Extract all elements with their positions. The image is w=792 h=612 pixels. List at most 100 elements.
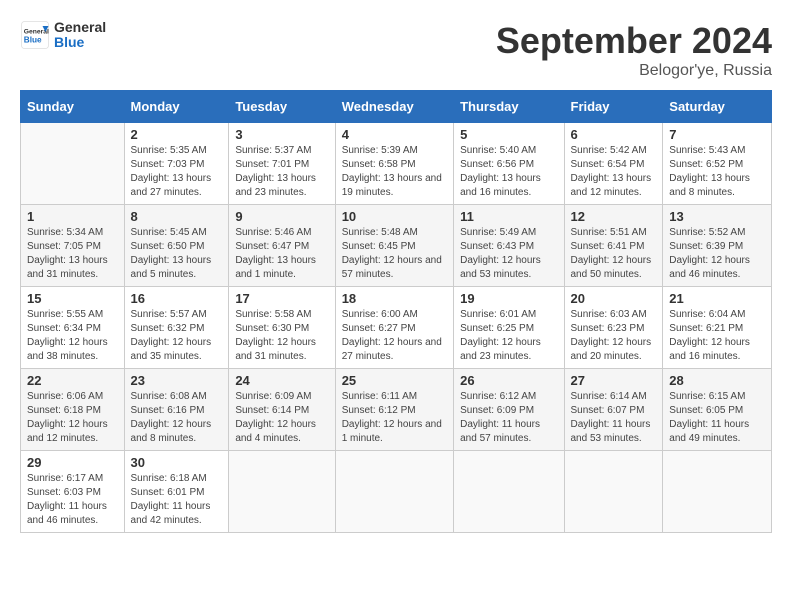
day-info: Sunrise: 6:17 AMSunset: 6:03 PMDaylight:… — [27, 473, 107, 526]
day-number: 2 — [131, 127, 223, 142]
calendar-cell: 20 Sunrise: 6:03 AMSunset: 6:23 PMDaylig… — [564, 287, 663, 369]
calendar-cell: 3 Sunrise: 5:37 AMSunset: 7:01 PMDayligh… — [229, 123, 335, 205]
calendar-cell: 17 Sunrise: 5:58 AMSunset: 6:30 PMDaylig… — [229, 287, 335, 369]
weekday-header: Wednesday — [335, 91, 453, 123]
day-number: 16 — [131, 291, 223, 306]
day-number: 28 — [669, 373, 765, 388]
day-number: 17 — [235, 291, 328, 306]
calendar-table: SundayMondayTuesdayWednesdayThursdayFrid… — [20, 90, 772, 533]
day-number: 22 — [27, 373, 118, 388]
day-number: 26 — [460, 373, 557, 388]
day-info: Sunrise: 5:42 AMSunset: 6:54 PMDaylight:… — [571, 145, 652, 198]
day-info: Sunrise: 6:03 AMSunset: 6:23 PMDaylight:… — [571, 309, 652, 362]
day-number: 25 — [342, 373, 447, 388]
calendar-week-row: 2 Sunrise: 5:35 AMSunset: 7:03 PMDayligh… — [21, 123, 772, 205]
calendar-cell — [564, 451, 663, 533]
day-info: Sunrise: 5:39 AMSunset: 6:58 PMDaylight:… — [342, 145, 442, 198]
calendar-week-row: 22 Sunrise: 6:06 AMSunset: 6:18 PMDaylig… — [21, 369, 772, 451]
day-number: 8 — [131, 209, 223, 224]
logo-general: General — [54, 19, 106, 35]
day-number: 6 — [571, 127, 657, 142]
day-info: Sunrise: 5:57 AMSunset: 6:32 PMDaylight:… — [131, 309, 212, 362]
day-number: 10 — [342, 209, 447, 224]
weekday-header: Thursday — [454, 91, 564, 123]
day-number: 21 — [669, 291, 765, 306]
calendar-week-row: 1 Sunrise: 5:34 AMSunset: 7:05 PMDayligh… — [21, 205, 772, 287]
calendar-cell: 2 Sunrise: 5:35 AMSunset: 7:03 PMDayligh… — [124, 123, 229, 205]
calendar-cell: 25 Sunrise: 6:11 AMSunset: 6:12 PMDaylig… — [335, 369, 453, 451]
day-number: 29 — [27, 455, 118, 470]
day-number: 1 — [27, 209, 118, 224]
day-info: Sunrise: 6:14 AMSunset: 6:07 PMDaylight:… — [571, 391, 651, 444]
logo-blue: Blue — [54, 34, 84, 50]
day-info: Sunrise: 6:18 AMSunset: 6:01 PMDaylight:… — [131, 473, 211, 526]
calendar-cell: 21 Sunrise: 6:04 AMSunset: 6:21 PMDaylig… — [663, 287, 772, 369]
day-info: Sunrise: 6:04 AMSunset: 6:21 PMDaylight:… — [669, 309, 750, 362]
day-number: 30 — [131, 455, 223, 470]
logo-icon: General Blue — [20, 20, 50, 50]
calendar-week-row: 29 Sunrise: 6:17 AMSunset: 6:03 PMDaylig… — [21, 451, 772, 533]
month-title: September 2024 — [496, 20, 772, 62]
day-number: 4 — [342, 127, 447, 142]
day-info: Sunrise: 5:35 AMSunset: 7:03 PMDaylight:… — [131, 145, 212, 198]
calendar-cell: 5 Sunrise: 5:40 AMSunset: 6:56 PMDayligh… — [454, 123, 564, 205]
calendar-cell — [663, 451, 772, 533]
calendar-cell: 18 Sunrise: 6:00 AMSunset: 6:27 PMDaylig… — [335, 287, 453, 369]
calendar-cell: 28 Sunrise: 6:15 AMSunset: 6:05 PMDaylig… — [663, 369, 772, 451]
day-number: 3 — [235, 127, 328, 142]
day-number: 5 — [460, 127, 557, 142]
title-area: September 2024 Belogor'ye, Russia — [496, 20, 772, 80]
svg-text:Blue: Blue — [24, 36, 42, 45]
calendar-cell: 15 Sunrise: 5:55 AMSunset: 6:34 PMDaylig… — [21, 287, 125, 369]
calendar-cell: 6 Sunrise: 5:42 AMSunset: 6:54 PMDayligh… — [564, 123, 663, 205]
day-number: 15 — [27, 291, 118, 306]
calendar-cell: 22 Sunrise: 6:06 AMSunset: 6:18 PMDaylig… — [21, 369, 125, 451]
calendar-cell: 30 Sunrise: 6:18 AMSunset: 6:01 PMDaylig… — [124, 451, 229, 533]
calendar-cell: 9 Sunrise: 5:46 AMSunset: 6:47 PMDayligh… — [229, 205, 335, 287]
day-info: Sunrise: 6:00 AMSunset: 6:27 PMDaylight:… — [342, 309, 442, 362]
day-info: Sunrise: 5:55 AMSunset: 6:34 PMDaylight:… — [27, 309, 108, 362]
day-number: 13 — [669, 209, 765, 224]
calendar-cell — [21, 123, 125, 205]
weekday-header: Monday — [124, 91, 229, 123]
calendar-cell: 16 Sunrise: 5:57 AMSunset: 6:32 PMDaylig… — [124, 287, 229, 369]
day-number: 18 — [342, 291, 447, 306]
weekday-header: Friday — [564, 91, 663, 123]
weekday-header: Tuesday — [229, 91, 335, 123]
logo: General Blue General Blue — [20, 20, 106, 51]
day-info: Sunrise: 6:15 AMSunset: 6:05 PMDaylight:… — [669, 391, 749, 444]
calendar-cell: 19 Sunrise: 6:01 AMSunset: 6:25 PMDaylig… — [454, 287, 564, 369]
day-number: 20 — [571, 291, 657, 306]
day-info: Sunrise: 5:48 AMSunset: 6:45 PMDaylight:… — [342, 227, 442, 280]
calendar-cell — [335, 451, 453, 533]
calendar-cell: 10 Sunrise: 5:48 AMSunset: 6:45 PMDaylig… — [335, 205, 453, 287]
calendar-cell: 13 Sunrise: 5:52 AMSunset: 6:39 PMDaylig… — [663, 205, 772, 287]
day-info: Sunrise: 5:40 AMSunset: 6:56 PMDaylight:… — [460, 145, 541, 198]
calendar-cell: 26 Sunrise: 6:12 AMSunset: 6:09 PMDaylig… — [454, 369, 564, 451]
calendar-cell: 11 Sunrise: 5:49 AMSunset: 6:43 PMDaylig… — [454, 205, 564, 287]
calendar-cell: 1 Sunrise: 5:34 AMSunset: 7:05 PMDayligh… — [21, 205, 125, 287]
weekday-header: Sunday — [21, 91, 125, 123]
calendar-cell: 23 Sunrise: 6:08 AMSunset: 6:16 PMDaylig… — [124, 369, 229, 451]
calendar-cell — [454, 451, 564, 533]
day-info: Sunrise: 5:45 AMSunset: 6:50 PMDaylight:… — [131, 227, 212, 280]
day-number: 24 — [235, 373, 328, 388]
day-info: Sunrise: 5:46 AMSunset: 6:47 PMDaylight:… — [235, 227, 316, 280]
day-number: 12 — [571, 209, 657, 224]
calendar-cell: 4 Sunrise: 5:39 AMSunset: 6:58 PMDayligh… — [335, 123, 453, 205]
calendar-week-row: 15 Sunrise: 5:55 AMSunset: 6:34 PMDaylig… — [21, 287, 772, 369]
calendar-cell: 27 Sunrise: 6:14 AMSunset: 6:07 PMDaylig… — [564, 369, 663, 451]
day-info: Sunrise: 5:52 AMSunset: 6:39 PMDaylight:… — [669, 227, 750, 280]
calendar-cell: 8 Sunrise: 5:45 AMSunset: 6:50 PMDayligh… — [124, 205, 229, 287]
weekday-header-row: SundayMondayTuesdayWednesdayThursdayFrid… — [21, 91, 772, 123]
day-info: Sunrise: 6:01 AMSunset: 6:25 PMDaylight:… — [460, 309, 541, 362]
day-number: 19 — [460, 291, 557, 306]
day-number: 11 — [460, 209, 557, 224]
day-info: Sunrise: 6:09 AMSunset: 6:14 PMDaylight:… — [235, 391, 316, 444]
day-info: Sunrise: 5:51 AMSunset: 6:41 PMDaylight:… — [571, 227, 652, 280]
day-info: Sunrise: 5:49 AMSunset: 6:43 PMDaylight:… — [460, 227, 541, 280]
day-number: 9 — [235, 209, 328, 224]
day-info: Sunrise: 5:37 AMSunset: 7:01 PMDaylight:… — [235, 145, 316, 198]
day-info: Sunrise: 6:06 AMSunset: 6:18 PMDaylight:… — [27, 391, 108, 444]
header: General Blue General Blue September 2024… — [20, 20, 772, 80]
